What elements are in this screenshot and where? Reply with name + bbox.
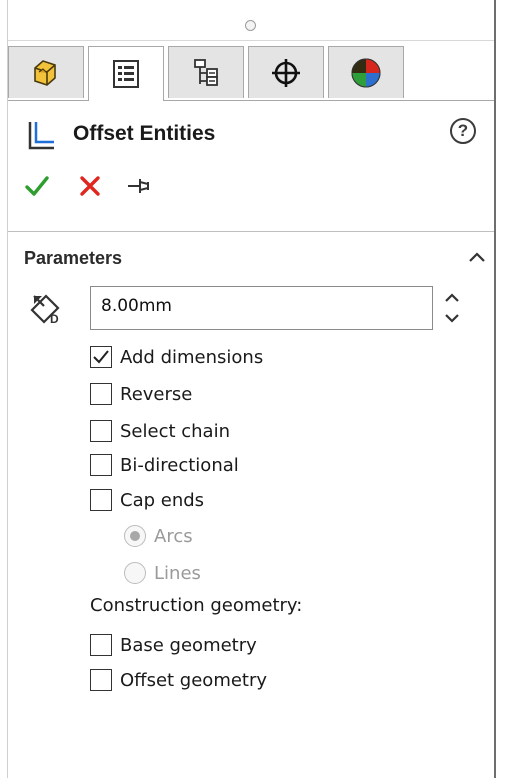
panel-grip-handle[interactable]: [245, 20, 256, 31]
offset-entities-icon: [28, 122, 54, 150]
checkbox-base-geometry[interactable]: Base geometry: [90, 631, 257, 659]
checkmark-icon: [93, 350, 109, 364]
radio-arcs[interactable]: Arcs: [124, 522, 193, 550]
radio-label: Arcs: [154, 525, 193, 547]
svg-text:D: D: [50, 312, 59, 326]
tab-property-manager[interactable]: [88, 46, 164, 101]
checkbox-cap-ends[interactable]: Cap ends: [90, 486, 204, 514]
section-divider: [8, 231, 494, 232]
checkbox-offset-geometry[interactable]: Offset geometry: [90, 666, 267, 694]
checkbox-select-chain[interactable]: Select chain: [90, 417, 230, 445]
color-pie-icon: [351, 58, 381, 87]
tab-display-manager[interactable]: [328, 46, 404, 98]
ok-check-icon[interactable]: [24, 173, 50, 199]
chevron-up-icon[interactable]: [467, 250, 487, 264]
top-divider: [8, 40, 494, 41]
tab-dimxpert-manager[interactable]: [248, 46, 324, 98]
checkbox-add-dimensions[interactable]: Add dimensions: [90, 343, 263, 371]
radio-lines[interactable]: Lines: [124, 559, 201, 587]
checkbox-label: Offset geometry: [120, 669, 268, 691]
construction-geometry-label: Construction geometry:: [90, 595, 303, 616]
offset-distance-input[interactable]: 8.00mm: [90, 286, 433, 330]
cancel-x-icon[interactable]: [77, 173, 103, 199]
checkbox-label: Base geometry: [120, 634, 257, 656]
checkbox-bi-directional[interactable]: Bi-directional: [90, 451, 239, 479]
checkbox-box[interactable]: [90, 383, 112, 405]
checkbox-box[interactable]: [90, 669, 112, 691]
offset-distance-spinner[interactable]: [438, 286, 466, 330]
checkbox-box[interactable]: [90, 489, 112, 511]
part-cube-icon: [34, 59, 56, 86]
panel-left-border: [7, 0, 8, 778]
property-list-icon: [113, 60, 139, 88]
spinner-down-icon: [445, 314, 459, 323]
property-manager-panel: Offset Entities ? Parameters D 8.00mm Ad…: [0, 0, 496, 778]
tab-feature-manager[interactable]: [8, 46, 84, 98]
checkbox-box[interactable]: [90, 346, 112, 368]
checkbox-box[interactable]: [90, 634, 112, 656]
radio-button[interactable]: [124, 562, 146, 584]
offset-distance-icon: D: [30, 294, 60, 326]
checkbox-label: Bi-directional: [120, 454, 239, 476]
manager-tab-bar: [8, 42, 494, 101]
radio-label: Lines: [154, 562, 201, 584]
help-icon[interactable]: ?: [450, 118, 476, 144]
pushpin-icon[interactable]: [126, 173, 154, 199]
checkbox-label: Add dimensions: [120, 346, 264, 368]
checkbox-box[interactable]: [90, 420, 112, 442]
checkbox-box[interactable]: [90, 454, 112, 476]
radio-button[interactable]: [124, 525, 146, 547]
configuration-tree-icon: [194, 58, 218, 86]
checkbox-label: Cap ends: [120, 489, 205, 511]
crosshair-target-icon: [272, 58, 300, 87]
checkbox-label: Select chain: [120, 420, 230, 442]
property-manager-header: Offset Entities ?: [26, 118, 486, 154]
page-title: Offset Entities: [73, 122, 216, 145]
checkbox-reverse[interactable]: Reverse: [90, 380, 192, 408]
checkbox-label: Reverse: [120, 383, 193, 405]
section-title-parameters: Parameters: [24, 248, 123, 268]
tab-configuration-manager[interactable]: [168, 46, 244, 98]
spinner-up-icon: [445, 293, 459, 302]
